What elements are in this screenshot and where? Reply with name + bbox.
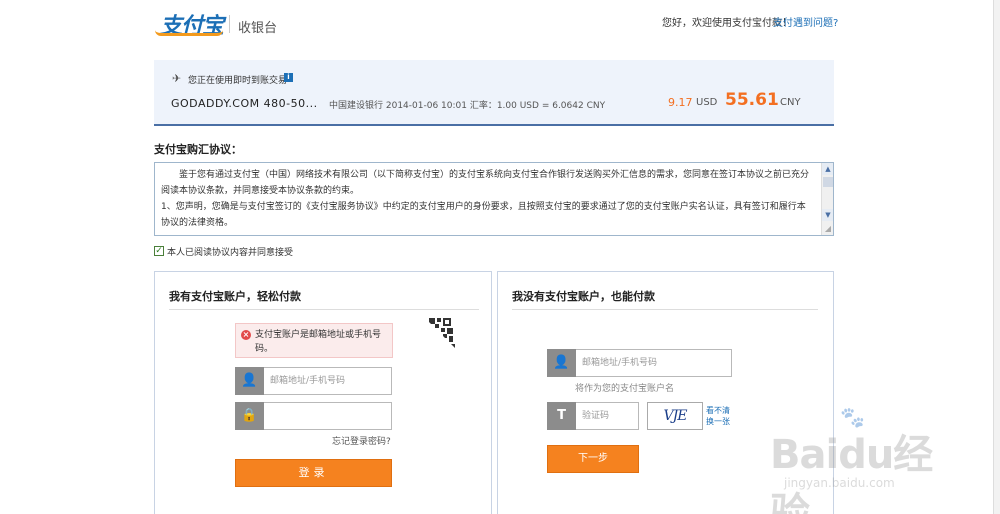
login-email-field[interactable]: 👤 (235, 367, 392, 395)
divider (169, 309, 479, 310)
usd-amount: 9.17 (668, 96, 693, 109)
user-icon: 👤 (547, 349, 576, 377)
cashier-title: 收银台 (238, 21, 278, 36)
error-icon: × (241, 330, 251, 340)
text-icon: T (547, 402, 576, 430)
forgot-password-link[interactable]: 忘记登录密码? (332, 434, 391, 447)
transaction-detail: 中国建设银行 2014-01-06 10:01 汇率：1.00 USD = 6.… (329, 101, 606, 111)
next-step-button[interactable]: 下一步 (547, 445, 639, 473)
captcha-field[interactable]: T (547, 402, 639, 430)
login-password-input[interactable] (270, 403, 388, 429)
help-link[interactable]: 支付遇到问题? (773, 14, 838, 29)
guest-panel-title: 我没有支付宝账户，也能付款 (512, 290, 655, 303)
user-icon: 👤 (235, 367, 264, 395)
paw-icon: 🐾 (840, 405, 865, 429)
captcha-image[interactable]: VJE (647, 402, 703, 430)
info-icon[interactable]: i (284, 73, 293, 82)
merchant-name: GODADDY.COM 480-50... (171, 97, 318, 110)
plane-icon: ✈ (172, 72, 182, 85)
resize-grip-icon[interactable]: ◢ (825, 224, 831, 233)
usd-currency: USD (696, 97, 718, 108)
cny-currency: CNY (780, 97, 801, 108)
login-panel-title: 我有支付宝账户，轻松付款 (169, 290, 301, 303)
transaction-type-notice: 您正在使用即时到账交易 (188, 76, 288, 86)
agreement-paragraph: 鉴于您有通过支付宝（中国）网络技术有限公司（以下简称支付宝）的支付宝系统向支付宝… (161, 170, 810, 196)
login-button[interactable]: 登录 (235, 459, 392, 487)
agreement-text: 鉴于您有通过支付宝（中国）网络技术有限公司（以下简称支付宝）的支付宝系统向支付宝… (161, 167, 811, 231)
divider (512, 309, 818, 310)
scroll-thumb[interactable] (823, 177, 833, 187)
agreement-checkbox[interactable]: ✓ (154, 246, 164, 256)
scroll-up-icon[interactable]: ▲ (822, 163, 833, 175)
captcha-input[interactable] (582, 403, 637, 429)
error-text: 支付宝账户是邮箱地址或手机号码。 (255, 330, 382, 354)
header-divider (229, 15, 230, 33)
agreement-checkbox-label[interactable]: 本人已阅读协议内容并同意接受 (167, 245, 293, 258)
guest-email-field[interactable]: 👤 (547, 349, 732, 377)
scroll-down-icon[interactable]: ▼ (822, 209, 833, 221)
guest-email-input[interactable] (582, 350, 728, 376)
logo-swoosh (155, 30, 223, 36)
login-panel: 我有支付宝账户，轻松付款 × 支付宝账户是邮箱地址或手机号码。 👤 🔒 忘记登录… (154, 271, 492, 514)
cny-amount: 55.61 (725, 90, 779, 110)
captcha-refresh-link[interactable]: 看不清 换一张 (706, 405, 736, 427)
guest-panel: 我没有支付宝账户，也能付款 👤 将作为您的支付宝账户名 T VJE 看不清 换一… (497, 271, 834, 514)
agreement-paragraph: 1、您声明，您确是与支付宝签订的《支付宝服务协议》中约定的支付宝用户的身份要求，… (161, 202, 806, 228)
lock-icon: 🔒 (235, 402, 264, 430)
transaction-summary: ✈ 您正在使用即时到账交易 i GODADDY.COM 480-50... 中国… (154, 60, 834, 126)
agreement-title: 支付宝购汇协议： (154, 143, 242, 156)
agreement-textbox[interactable]: 鉴于您有通过支付宝（中国）网络技术有限公司（以下简称支付宝）的支付宝系统向支付宝… (154, 162, 834, 236)
email-hint: 将作为您的支付宝账户名 (575, 384, 675, 394)
page-scrollbar[interactable] (993, 0, 1000, 514)
error-message-box: × 支付宝账户是邮箱地址或手机号码。 (235, 323, 393, 358)
login-email-input[interactable] (270, 368, 388, 394)
login-password-field[interactable]: 🔒 (235, 402, 392, 430)
qr-code-icon[interactable] (423, 316, 457, 350)
header: 支付宝 收银台 您好，欢迎使用支付宝付款！ 支付遇到问题? (0, 0, 1000, 55)
